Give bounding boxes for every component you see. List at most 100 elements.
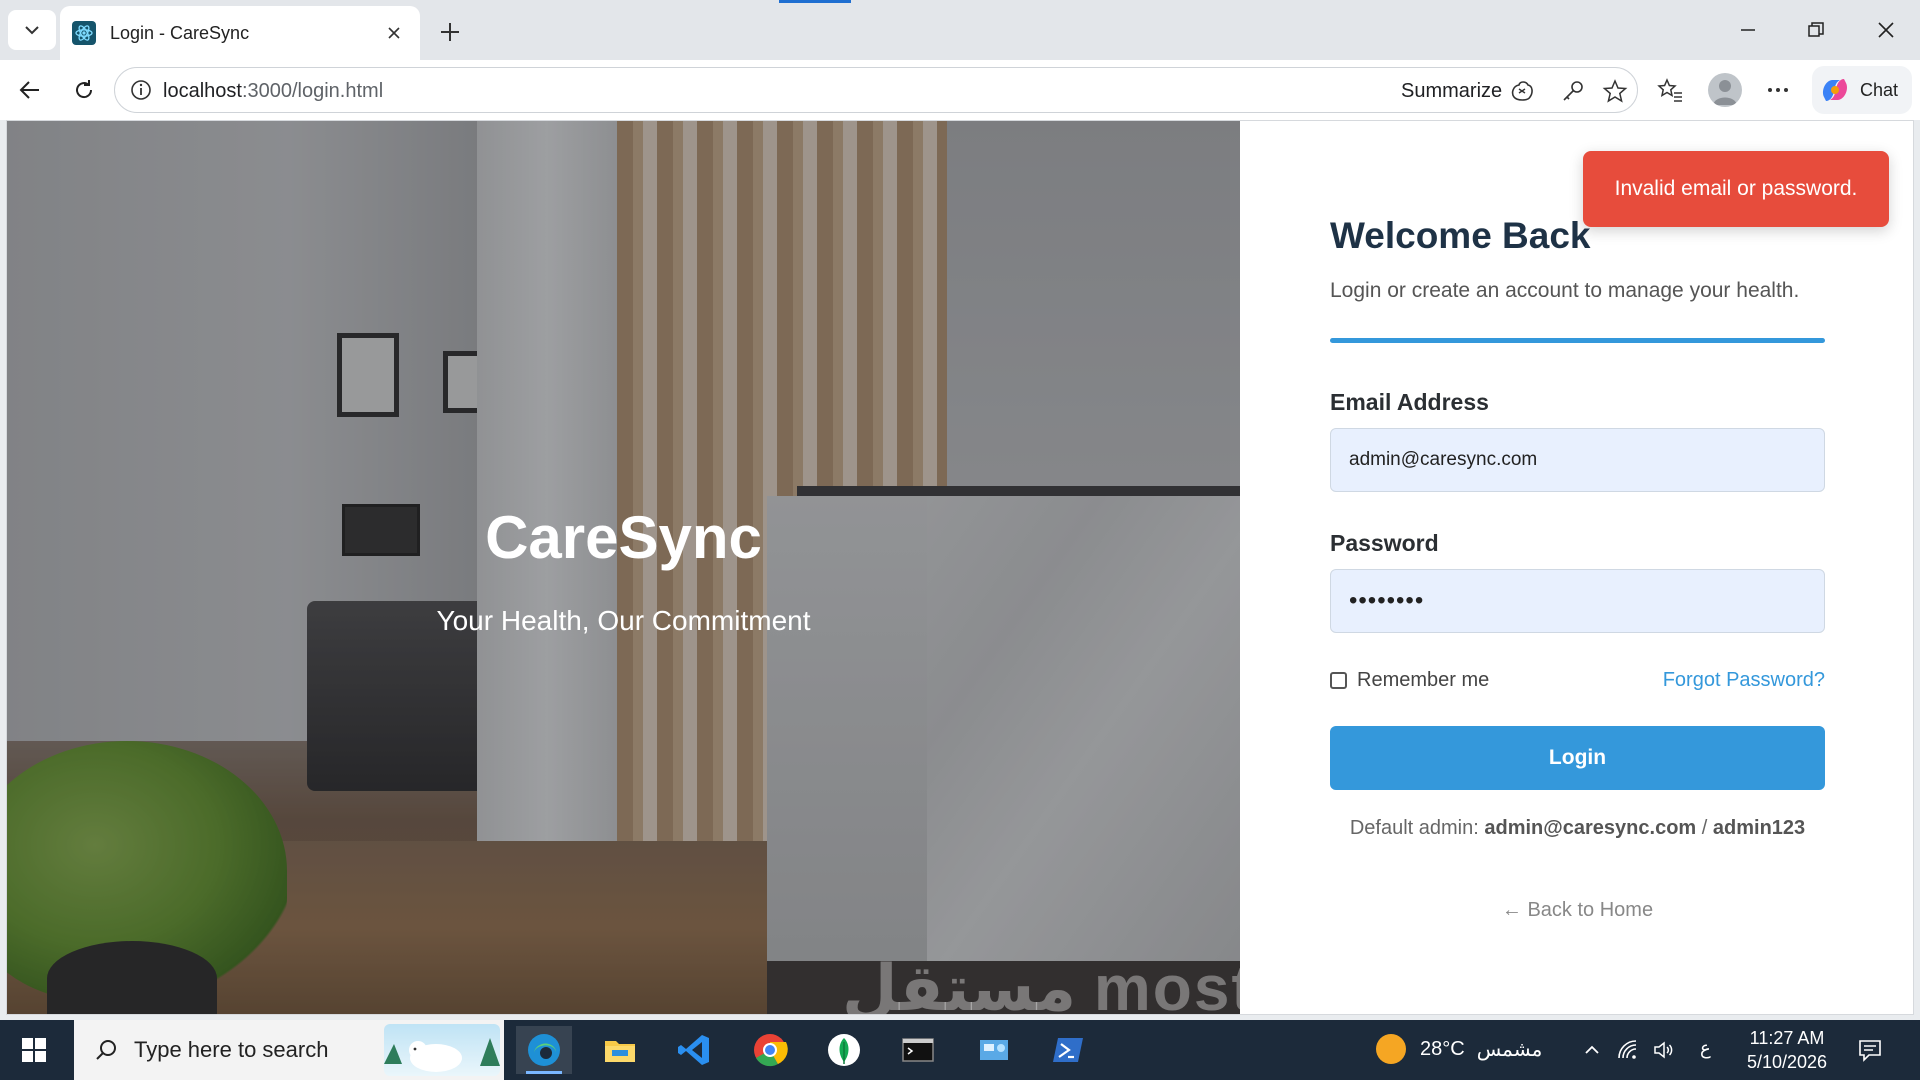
favorites-list-icon xyxy=(1657,78,1682,102)
reload-button[interactable] xyxy=(64,70,104,110)
restore-icon xyxy=(1808,22,1824,37)
plus-icon xyxy=(441,23,459,41)
copilot-icon xyxy=(1822,79,1848,101)
taskbar-file-explorer[interactable] xyxy=(592,1026,648,1074)
notifications-button[interactable] xyxy=(1856,1036,1884,1064)
weather-widget[interactable]: 28°C مشمس xyxy=(1376,1034,1554,1064)
volume-button[interactable] xyxy=(1650,1036,1678,1064)
search-icon xyxy=(96,1040,116,1060)
terminal-icon xyxy=(902,1038,934,1062)
taskbar-clock[interactable]: 11:27 AM 5/10/2026 xyxy=(1742,1026,1832,1074)
taskbar-powershell[interactable] xyxy=(1040,1026,1096,1074)
search-highlight-art xyxy=(384,1024,500,1076)
speaker-icon xyxy=(1654,1041,1673,1059)
taskbar-control-panel[interactable] xyxy=(966,1026,1022,1074)
chevron-up-icon xyxy=(1585,1045,1599,1054)
close-icon xyxy=(388,27,400,39)
email-field[interactable] xyxy=(1330,428,1825,492)
control-panel-icon xyxy=(980,1040,1008,1060)
windows-taskbar: Type here to search 28°C مشمس ع 11:27 AM… xyxy=(0,1020,1920,1080)
chrome-icon xyxy=(754,1034,788,1067)
default-admin-password: admin123 xyxy=(1712,817,1806,839)
watermark-text: مستقل mostaql.com xyxy=(842,952,1511,1015)
input-language-indicator[interactable]: ع xyxy=(1700,1038,1711,1059)
browser-toolbar: localhost:3000/login.html Summarize Chat xyxy=(0,60,1920,120)
restore-button[interactable] xyxy=(1788,10,1844,50)
password-field[interactable] xyxy=(1330,569,1825,633)
brand-tagline: Your Health, Our Commitment xyxy=(436,605,811,636)
page-subtitle: Login or create an account to manage you… xyxy=(1330,279,1800,302)
network-button[interactable] xyxy=(1614,1036,1642,1064)
favorites-button[interactable] xyxy=(1654,74,1686,106)
leaf-icon xyxy=(828,1034,860,1066)
email-label: Email Address xyxy=(1330,389,1489,415)
tab-strip-indicator xyxy=(779,0,851,3)
checkbox-icon[interactable] xyxy=(1330,672,1347,689)
clock-date: 5/10/2026 xyxy=(1746,1052,1828,1072)
edge-icon xyxy=(528,1034,560,1066)
tab-actions-button[interactable] xyxy=(8,10,56,50)
default-admin-email: admin@caresync.com xyxy=(1484,817,1697,839)
hero-image: CareSync Your Health, Our Commitment xyxy=(7,121,1240,1014)
remember-me-checkbox[interactable]: Remember me xyxy=(1330,669,1489,692)
address-bar[interactable]: localhost:3000/login.html Summarize xyxy=(114,67,1638,113)
browser-tab-active[interactable]: Login - CareSync xyxy=(60,6,420,60)
settings-more-button[interactable] xyxy=(1762,74,1794,106)
folder-icon xyxy=(605,1041,635,1062)
url-text[interactable]: localhost:3000/login.html xyxy=(163,80,383,103)
person-icon xyxy=(1713,80,1737,105)
weather-temperature: 28°C xyxy=(1420,1037,1465,1060)
clock-time: 11:27 AM xyxy=(1749,1028,1825,1048)
back-to-home-link[interactable]: ← Back to Home xyxy=(1330,899,1825,922)
close-icon xyxy=(1878,22,1894,38)
url-path: :3000/login.html xyxy=(241,80,384,102)
start-button[interactable] xyxy=(12,1032,56,1068)
taskbar-edge[interactable] xyxy=(516,1026,572,1074)
windows-logo-icon xyxy=(22,1038,46,1062)
chat-label: Chat xyxy=(1860,79,1899,100)
minimize-icon xyxy=(1741,29,1755,31)
taskbar-chrome[interactable] xyxy=(742,1026,798,1074)
default-admin-note: Default admin: admin@caresync.com / admi… xyxy=(1330,817,1825,840)
chevron-down-icon xyxy=(25,26,39,35)
powershell-icon xyxy=(1053,1038,1083,1062)
taskbar-terminal[interactable] xyxy=(890,1026,946,1074)
react-favicon-icon xyxy=(72,21,96,45)
url-host: localhost xyxy=(163,80,242,102)
favorite-button[interactable] xyxy=(1601,77,1629,105)
back-button[interactable] xyxy=(10,70,50,110)
taskbar-search[interactable]: Type here to search xyxy=(74,1020,504,1080)
summarize-icon xyxy=(1512,81,1533,101)
summarize-button[interactable]: Summarize xyxy=(1401,77,1536,105)
login-button[interactable]: Login xyxy=(1330,726,1825,790)
star-icon xyxy=(1602,79,1628,103)
accent-divider xyxy=(1330,338,1825,343)
tab-title: Login - CareSync xyxy=(110,22,250,43)
forgot-password-link[interactable]: Forgot Password? xyxy=(1663,669,1825,692)
reload-icon xyxy=(76,80,93,99)
remember-me-label: Remember me xyxy=(1357,669,1490,691)
error-toast: Invalid email or password. xyxy=(1583,151,1889,227)
page-title: Welcome Back xyxy=(1330,215,1591,256)
taskbar-vscode[interactable] xyxy=(666,1026,722,1074)
close-window-button[interactable] xyxy=(1858,10,1914,50)
copilot-chat-button[interactable]: Chat xyxy=(1812,66,1912,114)
vscode-icon xyxy=(678,1035,709,1065)
brand-title: CareSync xyxy=(485,504,762,571)
taskbar-mongodb-compass[interactable] xyxy=(816,1026,872,1074)
profile-avatar[interactable] xyxy=(1708,73,1742,107)
password-label: Password xyxy=(1330,530,1439,556)
new-tab-button[interactable] xyxy=(432,14,468,50)
default-admin-separator: / xyxy=(1701,817,1708,839)
page-viewport: CareSync Your Health, Our Commitment Inv… xyxy=(6,120,1914,1015)
browser-tab-bar: Login - CareSync xyxy=(0,0,1920,60)
more-horizontal-icon xyxy=(1768,88,1788,92)
summarize-label: Summarize xyxy=(1401,79,1503,102)
arrow-left-icon xyxy=(19,81,39,99)
minimize-button[interactable] xyxy=(1720,10,1776,50)
info-icon[interactable] xyxy=(129,78,153,102)
close-tab-button[interactable] xyxy=(380,19,408,47)
password-key-button[interactable] xyxy=(1559,77,1587,105)
login-panel: Invalid email or password. Welcome Back … xyxy=(1240,121,1913,1014)
show-hidden-icons-button[interactable] xyxy=(1578,1036,1606,1064)
